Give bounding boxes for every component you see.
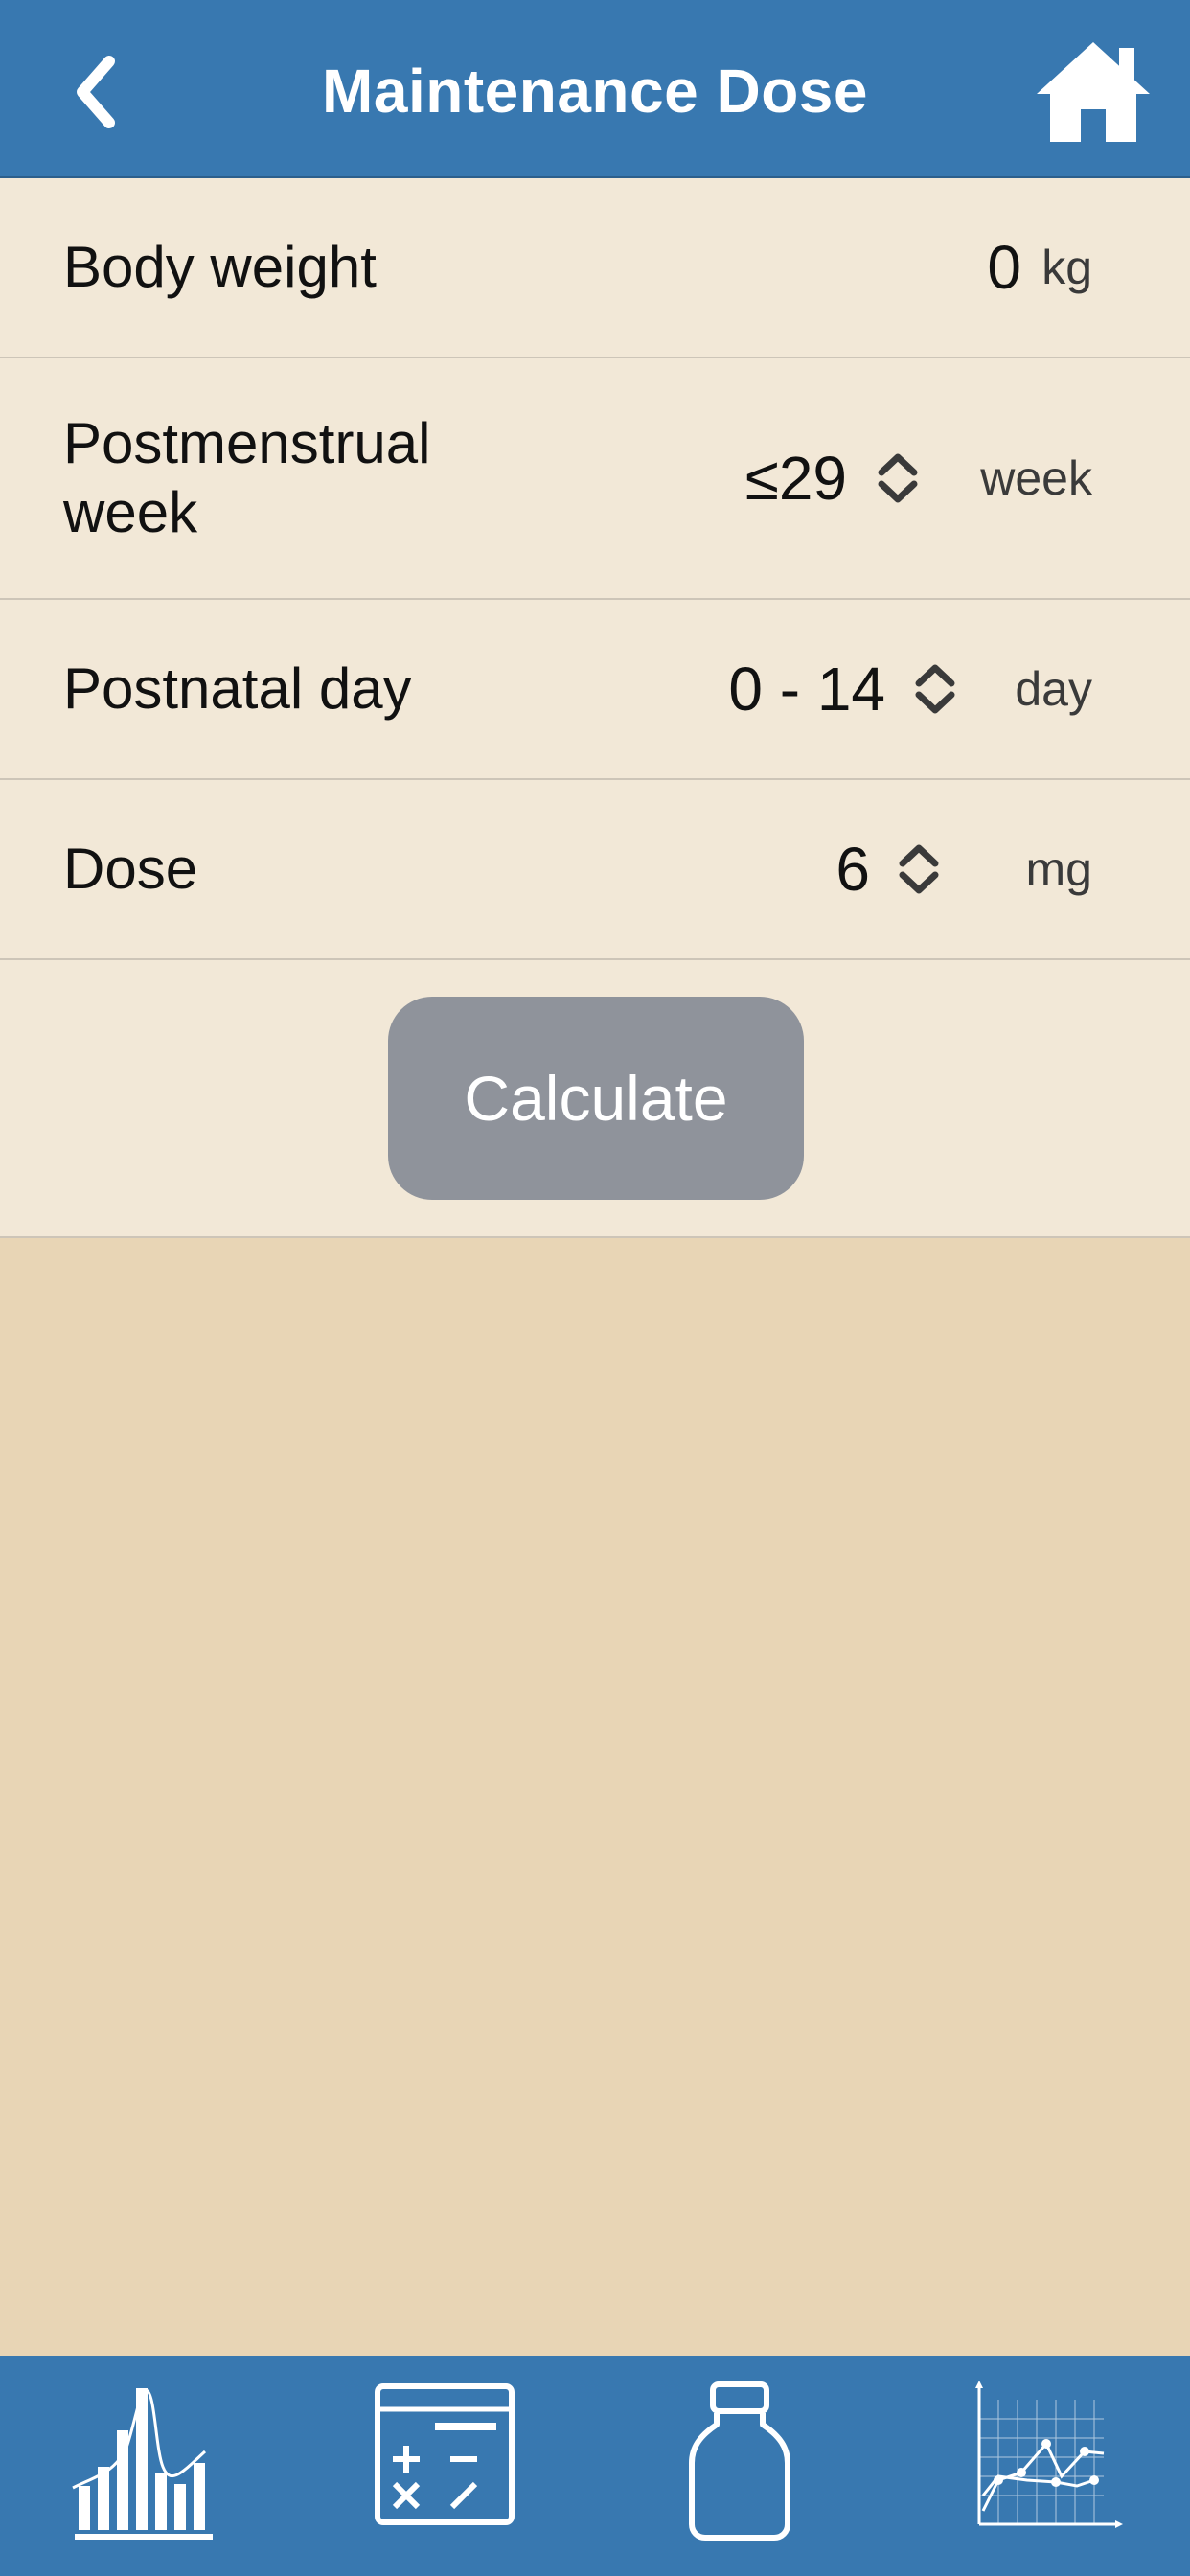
- tab-distribution[interactable]: [67, 2380, 220, 2543]
- dose-row: Dose 6 mg: [0, 780, 1190, 960]
- postnatal-day-row: Postnatal day 0 - 14 day: [0, 600, 1190, 780]
- postmenstrual-week-row: Postmenstrual week ≤29 week: [0, 358, 1190, 600]
- bottom-tab-bar: [0, 2356, 1190, 2576]
- tab-calculator[interactable]: [372, 2380, 525, 2543]
- postnatal-day-value[interactable]: 0 - 14: [728, 654, 885, 724]
- body-weight-unit: kg: [1041, 241, 1092, 294]
- chevron-up-down-icon[interactable]: [874, 449, 922, 507]
- button-area: Calculate: [0, 960, 1190, 1238]
- calculator-icon: [375, 2383, 515, 2525]
- postmenstrual-week-unit: week: [980, 451, 1092, 505]
- body-weight-input[interactable]: 0: [987, 232, 1021, 303]
- dose-label: Dose: [63, 837, 198, 901]
- dose-form: Body weight 0 kg Postmenstrual week ≤29 …: [0, 178, 1190, 1238]
- distribution-chart-icon: [72, 2388, 213, 2540]
- chevron-up-down-icon[interactable]: [895, 840, 943, 898]
- dose-value[interactable]: 6: [835, 834, 870, 905]
- tab-graph[interactable]: [970, 2380, 1123, 2543]
- postmenstrual-week-value[interactable]: ≤29: [745, 443, 847, 514]
- page-title: Maintenance Dose: [322, 57, 868, 126]
- nav-header: Maintenance Dose: [0, 0, 1190, 178]
- postnatal-day-label: Postnatal day: [63, 656, 412, 721]
- body-weight-label: Body weight: [63, 235, 377, 299]
- chevron-up-down-icon[interactable]: [911, 660, 959, 718]
- home-button[interactable]: [1031, 34, 1156, 150]
- calculate-button[interactable]: Calculate: [388, 997, 804, 1200]
- postmenstrual-week-label: Postmenstrual week: [63, 411, 431, 544]
- medicine-bottle-icon: [689, 2381, 790, 2541]
- postnatal-day-unit: day: [1015, 662, 1092, 716]
- tab-medication[interactable]: [682, 2380, 835, 2543]
- line-graph-icon: [975, 2380, 1123, 2528]
- home-icon: [1037, 42, 1150, 142]
- dose-unit: mg: [1025, 842, 1092, 896]
- body-weight-row: Body weight 0 kg: [0, 178, 1190, 358]
